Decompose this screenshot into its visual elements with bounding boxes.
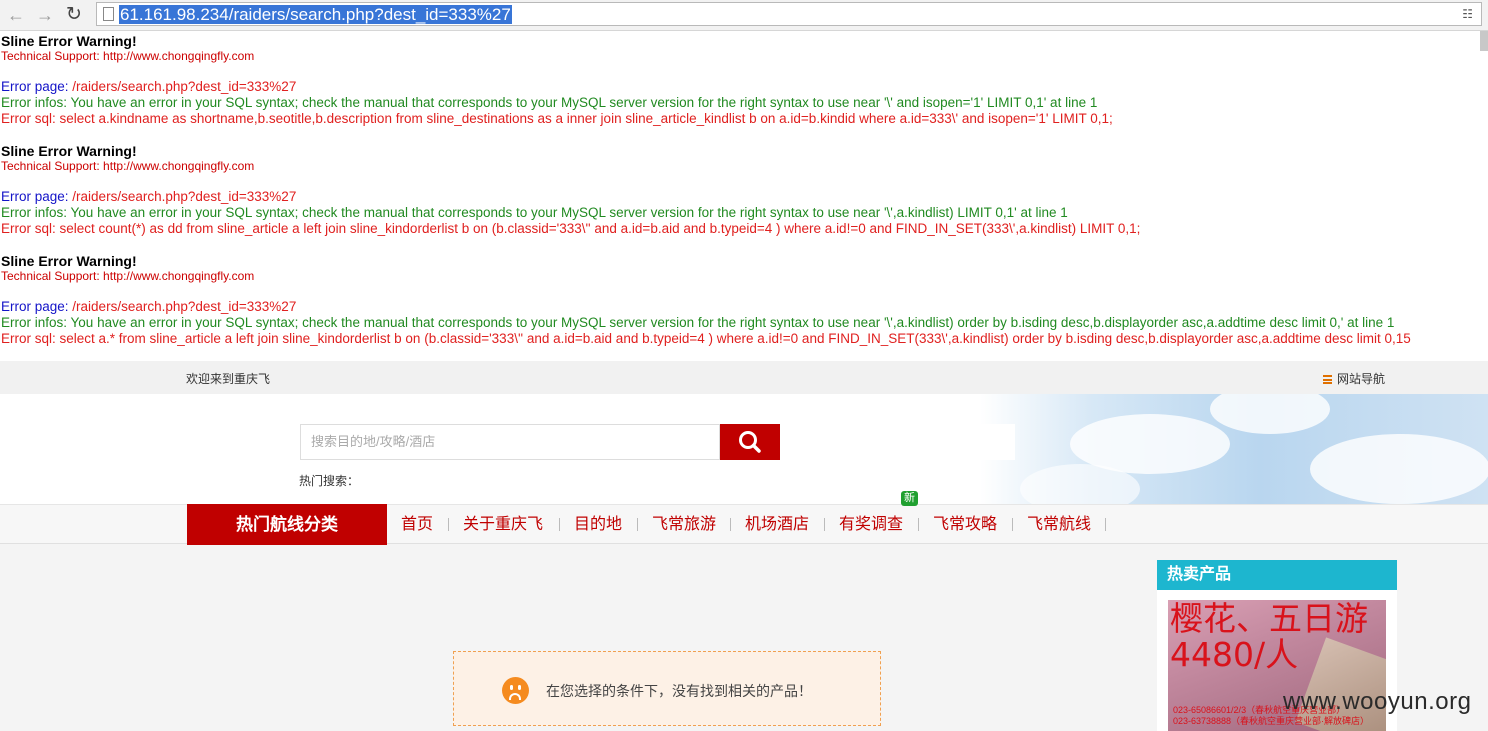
menu-item-survey[interactable]: 有奖调查 xyxy=(839,505,903,545)
empty-result-notice: 在您选择的条件下，没有找到相关的产品！ xyxy=(453,651,881,726)
product-price: 4480/人 xyxy=(1170,635,1299,674)
menu-item-guides[interactable]: 飞常攻略 xyxy=(933,505,997,545)
error-infos-value: You have an error in your SQL syntax; ch… xyxy=(67,95,1098,110)
empty-result-text: 在您选择的条件下，没有找到相关的产品！ xyxy=(546,683,812,699)
arrow-right-icon: → xyxy=(36,5,54,25)
site-nav-label: 网站导航 xyxy=(1337,372,1386,386)
menu-item-travel[interactable]: 飞常旅游 xyxy=(652,505,716,545)
back-button[interactable]: ← xyxy=(5,4,27,26)
site-nav-link[interactable]: 网站导航 xyxy=(1323,370,1385,387)
error-infos-value: You have an error in your SQL syntax; ch… xyxy=(67,205,1068,220)
error-page-label: Error page: xyxy=(1,299,69,314)
menu-item-home[interactable]: 首页 xyxy=(401,505,433,545)
page-icon xyxy=(103,7,114,21)
scrollbar-thumb[interactable] xyxy=(1480,31,1488,51)
error-support: Technical Support: http://www.chongqingf… xyxy=(1,269,255,283)
hot-routes-category-button[interactable]: 热门航线分类 xyxy=(187,504,387,545)
error-infos-value: You have an error in your SQL syntax; ch… xyxy=(67,315,1395,330)
translate-icon[interactable]: ☷ xyxy=(1462,7,1473,21)
error-title: Sline Error Warning! xyxy=(1,33,137,49)
error-page-value: /raiders/search.php?dest_id=333%27 xyxy=(68,299,297,314)
error-support: Technical Support: http://www.chongqingf… xyxy=(1,49,255,63)
error-infos-label: Error infos: xyxy=(1,315,68,330)
search-button[interactable] xyxy=(720,424,780,460)
error-sql-label: Error sql: xyxy=(1,111,56,126)
welcome-text: 欢迎来到重庆飞 xyxy=(186,372,271,386)
error-page-value: /raiders/search.php?dest_id=333%27 xyxy=(68,79,297,94)
error-sql-value: select a.* from sline_article a left joi… xyxy=(55,331,1411,346)
product-title: 樱花、五日游 xyxy=(1170,600,1368,638)
main-menu: 热门航线分类 首页 关于重庆飞 目的地 飞常旅游 机场酒店 有奖调查 飞常攻略 … xyxy=(0,504,1488,545)
forward-button[interactable]: → xyxy=(34,4,56,26)
site-header: 搜索目的地/攻略/酒店 热门搜索： xyxy=(0,394,1488,504)
menu-item-routes[interactable]: 飞常航线 xyxy=(1027,505,1091,545)
reload-button[interactable]: ↻ xyxy=(63,4,85,26)
menu-item-destinations[interactable]: 目的地 xyxy=(574,505,622,545)
menu-item-airport-hotel[interactable]: 机场酒店 xyxy=(745,505,809,545)
reload-icon: ↻ xyxy=(66,4,82,25)
error-block: Sline Error Warning! Technical Support: … xyxy=(1,33,1113,127)
error-infos-label: Error infos: xyxy=(1,95,68,110)
browser-toolbar: ← → ↻ 61.161.98.234/raiders/search.php?d… xyxy=(0,0,1488,31)
error-title: Sline Error Warning! xyxy=(1,143,137,159)
watermark-text: www.wooyun.org xyxy=(1283,688,1472,715)
search-input[interactable]: 搜索目的地/攻略/酒店 xyxy=(300,424,720,460)
error-support: Technical Support: http://www.chongqingf… xyxy=(1,159,255,173)
sky-banner xyxy=(980,394,1488,504)
address-bar[interactable]: 61.161.98.234/raiders/search.php?dest_id… xyxy=(96,2,1482,26)
error-block: Sline Error Warning! Technical Support: … xyxy=(1,253,1411,347)
sad-face-icon xyxy=(502,677,529,704)
error-page-label: Error page: xyxy=(1,79,69,94)
address-url[interactable]: 61.161.98.234/raiders/search.php?dest_id… xyxy=(119,5,512,24)
main-content: 在您选择的条件下，没有找到相关的产品！ 热卖产品 樱花、五日游 4480/人 0… xyxy=(0,545,1488,731)
error-sql-label: Error sql: xyxy=(1,221,56,236)
error-block: Sline Error Warning! Technical Support: … xyxy=(1,143,1140,237)
error-title: Sline Error Warning! xyxy=(1,253,137,269)
search-icon xyxy=(739,431,761,453)
new-badge: 新 xyxy=(901,491,918,506)
site-topbar: 欢迎来到重庆飞 网站导航 xyxy=(0,361,1488,394)
arrow-left-icon: ← xyxy=(7,5,25,25)
error-output: Sline Error Warning! Technical Support: … xyxy=(0,31,1488,361)
menu-item-about[interactable]: 关于重庆飞 xyxy=(463,505,543,545)
error-sql-label: Error sql: xyxy=(1,331,56,346)
error-page-label: Error page: xyxy=(1,189,69,204)
error-infos-label: Error infos: xyxy=(1,205,68,220)
sidebar-title: 热卖产品 xyxy=(1157,560,1397,590)
error-page-value: /raiders/search.php?dest_id=333%27 xyxy=(68,189,297,204)
hot-search-label: 热门搜索： xyxy=(299,474,360,488)
error-sql-value: select a.kindname as shortname,b.seotitl… xyxy=(55,111,1113,126)
search-extension xyxy=(780,424,1015,460)
menu-icon xyxy=(1323,375,1332,384)
error-sql-value: select count(*) as dd from sline_article… xyxy=(55,221,1141,236)
